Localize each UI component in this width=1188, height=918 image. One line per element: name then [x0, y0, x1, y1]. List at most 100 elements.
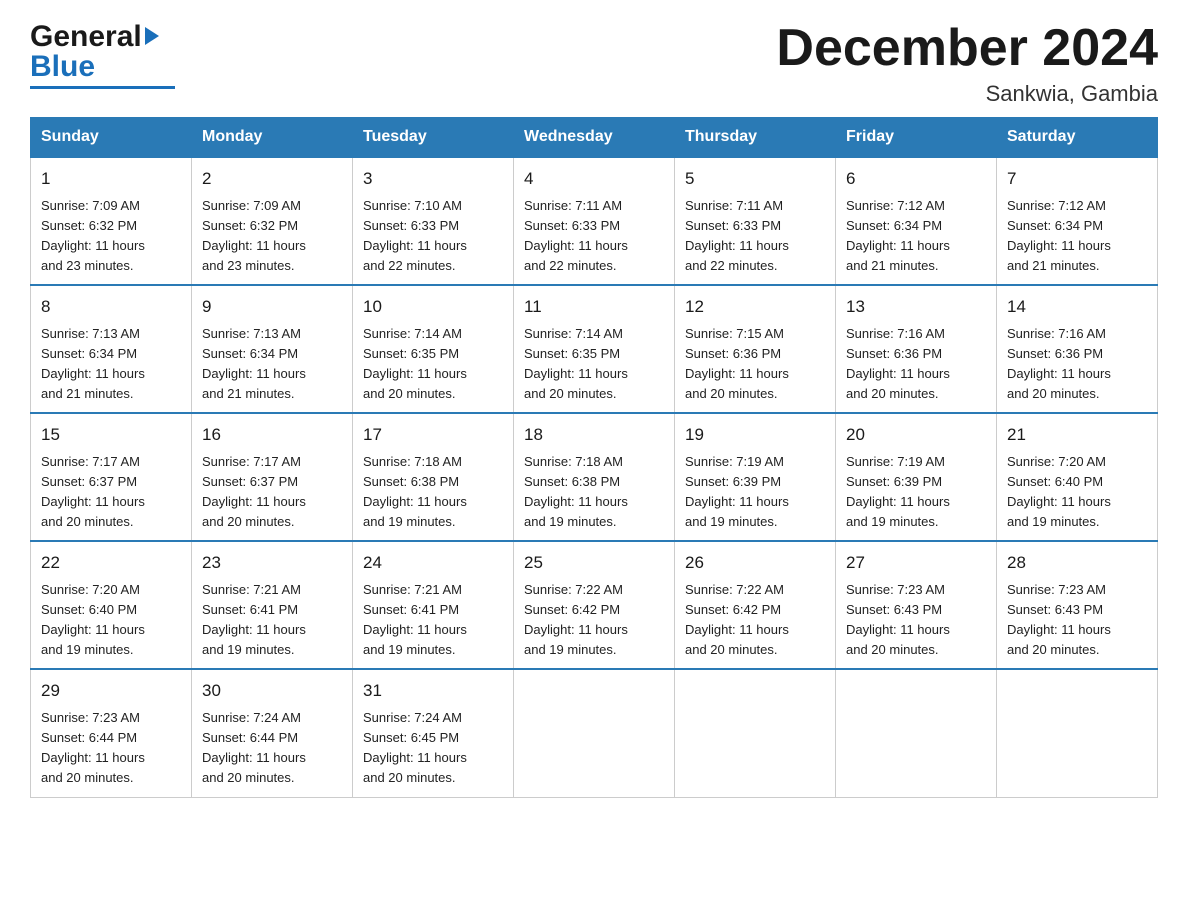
- day-info: Sunrise: 7:09 AMSunset: 6:32 PMDaylight:…: [41, 198, 145, 273]
- day-number: 18: [524, 422, 664, 448]
- day-info: Sunrise: 7:24 AMSunset: 6:44 PMDaylight:…: [202, 710, 306, 785]
- day-number: 31: [363, 678, 503, 704]
- calendar-cell: 11Sunrise: 7:14 AMSunset: 6:35 PMDayligh…: [514, 285, 675, 413]
- calendar-cell: 7Sunrise: 7:12 AMSunset: 6:34 PMDaylight…: [997, 157, 1158, 285]
- calendar-cell: 26 Sunrise: 7:22 AMSunset: 6:42 PMDayligh…: [675, 541, 836, 669]
- day-number: 23: [202, 550, 342, 576]
- logo-arrow-icon: [145, 27, 159, 45]
- day-info: Sunrise: 7:16 AMSunset: 6:36 PMDaylight:…: [846, 326, 950, 401]
- calendar-body: 1 Sunrise: 7:09 AMSunset: 6:32 PMDaylight…: [31, 157, 1158, 797]
- day-header-friday: Friday: [836, 118, 997, 158]
- calendar-cell: 12 Sunrise: 7:15 AMSunset: 6:36 PMDayligh…: [675, 285, 836, 413]
- calendar-cell: 30 Sunrise: 7:24 AMSunset: 6:44 PMDayligh…: [192, 669, 353, 797]
- day-number: 3: [363, 166, 503, 192]
- calendar-cell: 20 Sunrise: 7:19 AMSunset: 6:39 PMDayligh…: [836, 413, 997, 541]
- day-info: Sunrise: 7:09 AMSunset: 6:32 PMDaylight:…: [202, 198, 306, 273]
- calendar-cell: [836, 669, 997, 797]
- day-info: Sunrise: 7:14 AMSunset: 6:35 PMDaylight:…: [363, 326, 467, 401]
- calendar-cell: 9 Sunrise: 7:13 AMSunset: 6:34 PMDaylight…: [192, 285, 353, 413]
- calendar-cell: 17 Sunrise: 7:18 AMSunset: 6:38 PMDayligh…: [353, 413, 514, 541]
- calendar-cell: 1 Sunrise: 7:09 AMSunset: 6:32 PMDaylight…: [31, 157, 192, 285]
- day-number: 2: [202, 166, 342, 192]
- day-info: Sunrise: 7:20 AMSunset: 6:40 PMDaylight:…: [41, 582, 145, 657]
- days-of-week-row: SundayMondayTuesdayWednesdayThursdayFrid…: [31, 118, 1158, 158]
- day-number: 9: [202, 294, 342, 320]
- day-number: 15: [41, 422, 181, 448]
- calendar-cell: 24 Sunrise: 7:21 AMSunset: 6:41 PMDayligh…: [353, 541, 514, 669]
- day-number: 20: [846, 422, 986, 448]
- calendar-cell: 22 Sunrise: 7:20 AMSunset: 6:40 PMDayligh…: [31, 541, 192, 669]
- logo-text-general: General: [30, 20, 142, 54]
- calendar-cell: 3Sunrise: 7:10 AMSunset: 6:33 PMDaylight…: [353, 157, 514, 285]
- day-number: 5: [685, 166, 825, 192]
- day-info: Sunrise: 7:14 AMSunset: 6:35 PMDaylight:…: [524, 326, 628, 401]
- day-info: Sunrise: 7:13 AMSunset: 6:34 PMDaylight:…: [202, 326, 306, 401]
- day-info: Sunrise: 7:21 AMSunset: 6:41 PMDaylight:…: [202, 582, 306, 657]
- month-title: December 2024: [776, 20, 1158, 77]
- day-info: Sunrise: 7:22 AMSunset: 6:42 PMDaylight:…: [524, 582, 628, 657]
- day-header-saturday: Saturday: [997, 118, 1158, 158]
- day-info: Sunrise: 7:17 AMSunset: 6:37 PMDaylight:…: [41, 454, 145, 529]
- calendar-cell: 19Sunrise: 7:19 AMSunset: 6:39 PMDayligh…: [675, 413, 836, 541]
- day-number: 29: [41, 678, 181, 704]
- calendar-cell: 14 Sunrise: 7:16 AMSunset: 6:36 PMDayligh…: [997, 285, 1158, 413]
- calendar-cell: 28Sunrise: 7:23 AMSunset: 6:43 PMDayligh…: [997, 541, 1158, 669]
- day-number: 14: [1007, 294, 1147, 320]
- day-header-sunday: Sunday: [31, 118, 192, 158]
- day-info: Sunrise: 7:21 AMSunset: 6:41 PMDaylight:…: [363, 582, 467, 657]
- calendar-cell: 2 Sunrise: 7:09 AMSunset: 6:32 PMDaylight…: [192, 157, 353, 285]
- calendar-week-3: 15 Sunrise: 7:17 AMSunset: 6:37 PMDayligh…: [31, 413, 1158, 541]
- day-number: 30: [202, 678, 342, 704]
- day-number: 25: [524, 550, 664, 576]
- day-number: 12: [685, 294, 825, 320]
- day-number: 8: [41, 294, 181, 320]
- day-header-thursday: Thursday: [675, 118, 836, 158]
- day-number: 16: [202, 422, 342, 448]
- calendar-week-2: 8 Sunrise: 7:13 AMSunset: 6:34 PMDaylight…: [31, 285, 1158, 413]
- day-number: 1: [41, 166, 181, 192]
- day-number: 13: [846, 294, 986, 320]
- page-header: General Blue December 2024 Sankwia, Gamb…: [30, 20, 1158, 107]
- calendar-week-4: 22 Sunrise: 7:20 AMSunset: 6:40 PMDayligh…: [31, 541, 1158, 669]
- day-number: 26: [685, 550, 825, 576]
- calendar-header: SundayMondayTuesdayWednesdayThursdayFrid…: [31, 118, 1158, 158]
- day-info: Sunrise: 7:22 AMSunset: 6:42 PMDaylight:…: [685, 582, 789, 657]
- day-number: 21: [1007, 422, 1147, 448]
- day-number: 27: [846, 550, 986, 576]
- day-number: 17: [363, 422, 503, 448]
- calendar-cell: [997, 669, 1158, 797]
- day-info: Sunrise: 7:15 AMSunset: 6:36 PMDaylight:…: [685, 326, 789, 401]
- day-info: Sunrise: 7:19 AMSunset: 6:39 PMDaylight:…: [846, 454, 950, 529]
- logo-separator: [30, 86, 175, 89]
- title-block: December 2024 Sankwia, Gambia: [776, 20, 1158, 107]
- location: Sankwia, Gambia: [776, 81, 1158, 107]
- day-number: 4: [524, 166, 664, 192]
- calendar-cell: 4 Sunrise: 7:11 AMSunset: 6:33 PMDaylight…: [514, 157, 675, 285]
- day-info: Sunrise: 7:11 AMSunset: 6:33 PMDaylight:…: [685, 198, 789, 273]
- day-header-monday: Monday: [192, 118, 353, 158]
- day-info: Sunrise: 7:23 AMSunset: 6:43 PMDaylight:…: [846, 582, 950, 657]
- day-info: Sunrise: 7:16 AMSunset: 6:36 PMDaylight:…: [1007, 326, 1111, 401]
- calendar-cell: 13 Sunrise: 7:16 AMSunset: 6:36 PMDayligh…: [836, 285, 997, 413]
- calendar-cell: 10Sunrise: 7:14 AMSunset: 6:35 PMDayligh…: [353, 285, 514, 413]
- calendar-week-1: 1 Sunrise: 7:09 AMSunset: 6:32 PMDaylight…: [31, 157, 1158, 285]
- day-number: 22: [41, 550, 181, 576]
- day-info: Sunrise: 7:18 AMSunset: 6:38 PMDaylight:…: [524, 454, 628, 529]
- calendar-cell: 8Sunrise: 7:13 AMSunset: 6:34 PMDaylight…: [31, 285, 192, 413]
- calendar-cell: 18 Sunrise: 7:18 AMSunset: 6:38 PMDayligh…: [514, 413, 675, 541]
- day-number: 7: [1007, 166, 1147, 192]
- calendar-cell: 21 Sunrise: 7:20 AMSunset: 6:40 PMDayligh…: [997, 413, 1158, 541]
- calendar-cell: 16Sunrise: 7:17 AMSunset: 6:37 PMDayligh…: [192, 413, 353, 541]
- day-info: Sunrise: 7:23 AMSunset: 6:44 PMDaylight:…: [41, 710, 145, 785]
- calendar-cell: 5 Sunrise: 7:11 AMSunset: 6:33 PMDaylight…: [675, 157, 836, 285]
- day-number: 24: [363, 550, 503, 576]
- calendar-cell: [514, 669, 675, 797]
- logo: General Blue: [30, 20, 175, 89]
- calendar-cell: 25 Sunrise: 7:22 AMSunset: 6:42 PMDayligh…: [514, 541, 675, 669]
- calendar-table: SundayMondayTuesdayWednesdayThursdayFrid…: [30, 117, 1158, 797]
- calendar-cell: 6Sunrise: 7:12 AMSunset: 6:34 PMDaylight…: [836, 157, 997, 285]
- day-info: Sunrise: 7:20 AMSunset: 6:40 PMDaylight:…: [1007, 454, 1111, 529]
- day-info: Sunrise: 7:11 AMSunset: 6:33 PMDaylight:…: [524, 198, 628, 273]
- day-info: Sunrise: 7:18 AMSunset: 6:38 PMDaylight:…: [363, 454, 467, 529]
- day-info: Sunrise: 7:24 AMSunset: 6:45 PMDaylight:…: [363, 710, 467, 785]
